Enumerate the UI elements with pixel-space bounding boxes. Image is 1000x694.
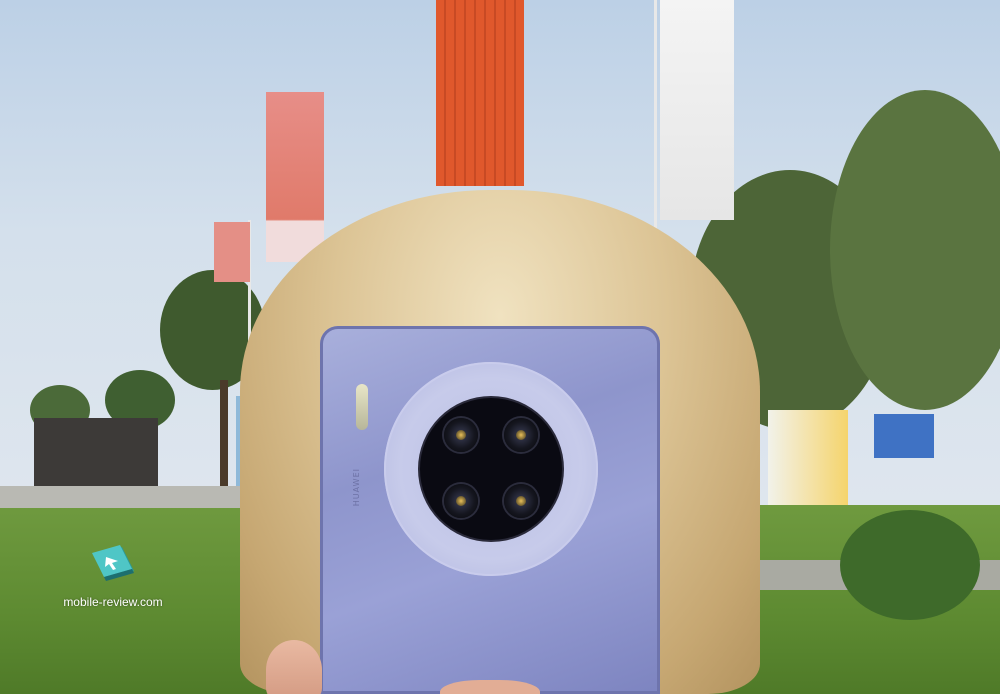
hand-fingers <box>440 680 540 694</box>
hand-left <box>266 640 322 694</box>
camera-module <box>420 398 562 540</box>
palm-shrub <box>840 510 980 620</box>
watermark-text: mobile-review.com <box>63 595 163 609</box>
banner-white <box>660 0 734 220</box>
banner-red-small <box>214 222 250 282</box>
camera-lens-3 <box>444 484 478 518</box>
flash-icon <box>356 384 368 430</box>
banner-red-large <box>266 92 324 262</box>
photo-scene: HUAWEI mobile-review.com <box>0 0 1000 694</box>
banner-orange <box>436 0 524 186</box>
camera-lens-1 <box>444 418 478 452</box>
watermark: mobile-review.com <box>58 545 168 615</box>
camera-lens-2 <box>504 418 538 452</box>
camera-lens-4 <box>504 484 538 518</box>
mobile-review-logo-icon <box>92 545 134 581</box>
walkway-left <box>0 486 260 508</box>
phone-brand-text: HUAWEI <box>352 468 361 507</box>
blue-panel-right <box>874 414 934 458</box>
kiosk-left <box>34 418 158 490</box>
